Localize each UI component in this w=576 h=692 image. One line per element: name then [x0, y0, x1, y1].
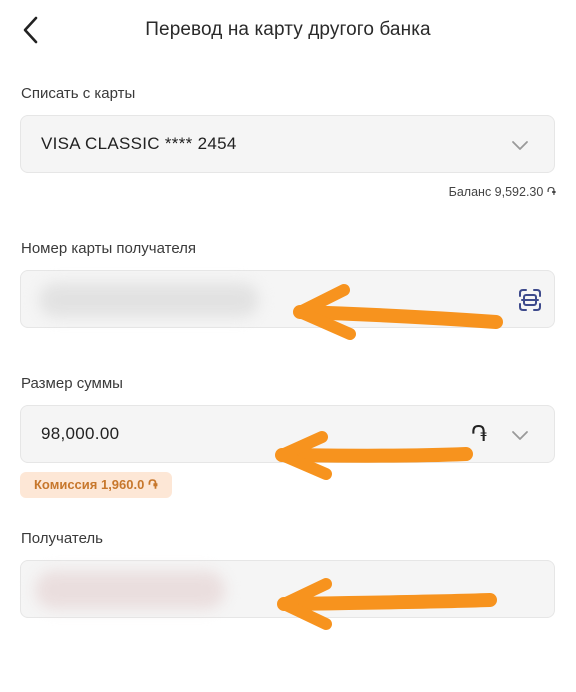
debit-card-value: VISA CLASSIC **** 2454 [41, 134, 237, 153]
currency-select[interactable]: ֏ [471, 420, 551, 450]
scan-card-button[interactable] [517, 287, 543, 313]
redacted-card-number [39, 283, 259, 317]
debit-card-select[interactable]: VISA CLASSIC **** 2454 [20, 115, 555, 173]
chevron-down-icon [512, 431, 528, 440]
currency-symbol: ֏ [471, 421, 488, 446]
scan-icon [519, 289, 541, 311]
chevron-down-icon [512, 141, 528, 150]
header: Перевод на карту другого банка [0, 0, 576, 64]
amount-label: Размер суммы [21, 375, 123, 392]
amount-value: 98,000.00 [41, 424, 120, 443]
recipient-card-label: Номер карты получателя [21, 240, 197, 257]
commission-badge: Комиссия 1,960.0 ֏ [20, 472, 172, 498]
balance-text: Баланс 9,592.30 ֏ [448, 185, 556, 199]
amount-input[interactable]: 98,000.00 ֏ [20, 405, 555, 463]
redacted-recipient-name [35, 571, 225, 609]
debit-card-label: Списать с карты [21, 85, 136, 102]
recipient-card-input[interactable] [20, 270, 555, 328]
recipient-input[interactable] [20, 560, 555, 618]
recipient-label: Получатель [21, 530, 103, 547]
page-title: Перевод на карту другого банка [145, 19, 431, 40]
